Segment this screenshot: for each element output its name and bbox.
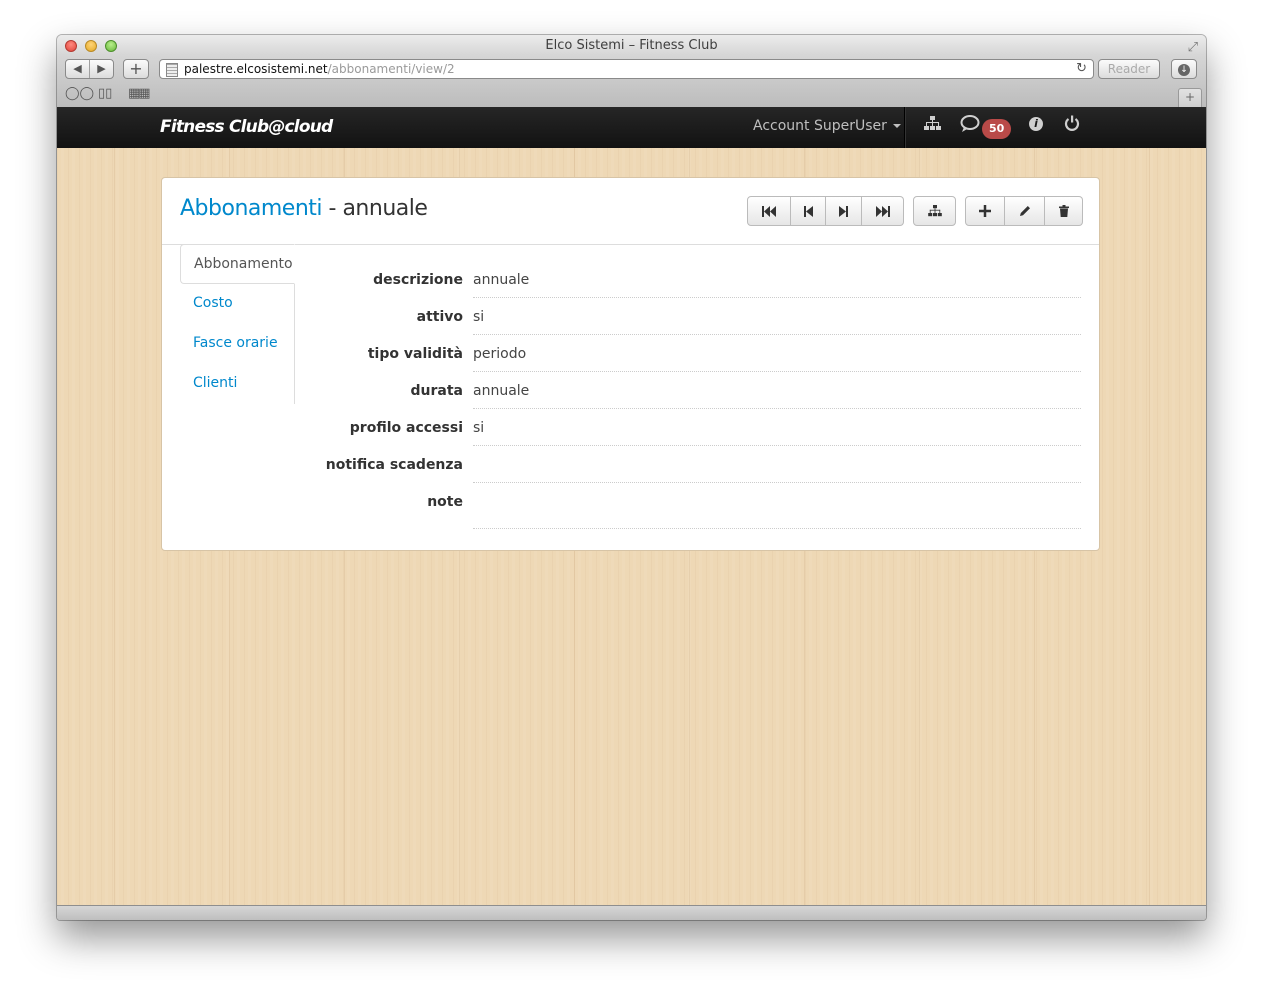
- field-value: annuale: [473, 261, 1081, 298]
- field-label: attivo: [416, 309, 463, 325]
- new-tab-button[interactable]: +: [1178, 88, 1202, 107]
- field-value: si: [473, 298, 1081, 335]
- field-value: periodo: [473, 335, 1081, 372]
- field-label: tipo validità: [367, 346, 463, 362]
- page-title: Abbonamenti - annuale: [180, 196, 428, 221]
- previous-record-button[interactable]: [791, 196, 826, 226]
- minimize-window-icon[interactable]: [85, 40, 97, 52]
- field-row: note: [162, 483, 1099, 529]
- field-row: attivo si: [162, 298, 1099, 335]
- next-record-button[interactable]: [826, 196, 862, 226]
- pencil-icon: [1019, 206, 1030, 216]
- caret-down-icon: [892, 124, 901, 128]
- field-row: durata annuale: [162, 372, 1099, 409]
- next-record-icon: [839, 205, 848, 217]
- reload-icon[interactable]: ↻: [1076, 60, 1087, 78]
- top-sites-grid-icon[interactable]: ▦▦: [128, 86, 151, 101]
- trash-icon: [1058, 205, 1069, 217]
- window-title: Elco Sistemi – Fitness Club: [545, 38, 718, 53]
- forward-icon[interactable]: ▶: [89, 60, 113, 78]
- window-titlebar: Elco Sistemi – Fitness Club ⤢: [57, 35, 1206, 55]
- sitemap-icon: [927, 205, 942, 217]
- navbar-divider: [904, 107, 905, 148]
- field-value: si: [473, 409, 1081, 446]
- site-icon: [166, 63, 178, 77]
- add-record-button[interactable]: [965, 196, 1005, 226]
- download-icon: ↓: [1178, 64, 1190, 76]
- back-icon[interactable]: ◀: [66, 60, 89, 78]
- crud-actions-group: [965, 196, 1083, 226]
- address-bar[interactable]: palestre.elcosistemi.net/abbonamenti/vie…: [159, 59, 1094, 79]
- browser-statusbar: [57, 905, 1206, 920]
- first-record-button[interactable]: [747, 196, 791, 226]
- messages-badge[interactable]: 50: [982, 119, 1012, 139]
- sitemap-icon[interactable]: [924, 116, 941, 135]
- first-record-icon: [762, 205, 776, 217]
- browser-window: Elco Sistemi – Fitness Club ⤢ ◀ ▶ + pales…: [57, 35, 1206, 920]
- app-navbar: Fitness Club@cloud Account SuperUser 50 …: [57, 107, 1206, 148]
- downloads-button[interactable]: ↓: [1171, 59, 1197, 79]
- field-label: notifica scadenza: [325, 457, 463, 473]
- field-value: annuale: [473, 372, 1081, 409]
- detail-fields: descrizione annuale attivo si tipo valid…: [162, 261, 1099, 529]
- field-row: profilo accessi si: [162, 409, 1099, 446]
- field-label: profilo accessi: [349, 420, 463, 436]
- comment-icon[interactable]: [960, 115, 980, 137]
- close-window-icon[interactable]: [65, 40, 77, 52]
- previous-record-icon: [803, 205, 813, 217]
- record-title: annuale: [342, 196, 428, 221]
- url-path: /abbonamenti/view/2: [327, 62, 455, 76]
- title-separator: -: [322, 196, 343, 221]
- info-icon[interactable]: i: [1029, 117, 1043, 131]
- tree-view-button[interactable]: [913, 196, 956, 226]
- field-row: notifica scadenza: [162, 446, 1099, 483]
- back-forward-group: ◀ ▶: [65, 59, 114, 79]
- delete-record-button[interactable]: [1045, 196, 1083, 226]
- breadcrumb-abbonamenti[interactable]: Abbonamenti: [180, 196, 323, 221]
- add-bookmark-button[interactable]: +: [123, 59, 149, 79]
- field-label: durata: [410, 383, 463, 399]
- record-navigation-group: [747, 196, 904, 226]
- edit-record-button[interactable]: [1005, 196, 1045, 226]
- reader-button[interactable]: Reader: [1098, 59, 1160, 79]
- reading-list-icon[interactable]: ◯◯: [65, 86, 94, 101]
- bookmarks-book-icon[interactable]: ▯▯: [98, 86, 112, 101]
- detail-card: Abbonamenti - annuale Abbonamento Costo …: [161, 177, 1100, 551]
- field-row: tipo validità periodo: [162, 335, 1099, 372]
- account-menu[interactable]: Account SuperUser: [753, 118, 901, 134]
- browser-toolbar: ◀ ▶ + palestre.elcosistemi.net/abbonament…: [57, 55, 1206, 108]
- brand-logo[interactable]: Fitness Club@cloud: [160, 117, 333, 137]
- field-value: [473, 446, 1081, 483]
- power-icon[interactable]: [1064, 115, 1080, 135]
- account-label: Account SuperUser: [753, 118, 887, 134]
- wood-background: Abbonamenti - annuale Abbonamento Costo …: [57, 148, 1206, 905]
- field-label: descrizione: [373, 272, 463, 288]
- field-label: note: [427, 494, 463, 510]
- maximize-window-icon[interactable]: [105, 40, 117, 52]
- last-record-button[interactable]: [862, 196, 904, 226]
- plus-icon: [979, 205, 991, 217]
- field-row: descrizione annuale: [162, 261, 1099, 298]
- tree-view-group: [913, 196, 956, 226]
- field-value: [473, 483, 1081, 529]
- card-header: Abbonamenti - annuale: [162, 178, 1099, 245]
- url-host: palestre.elcosistemi.net: [184, 62, 328, 76]
- last-record-icon: [875, 205, 890, 217]
